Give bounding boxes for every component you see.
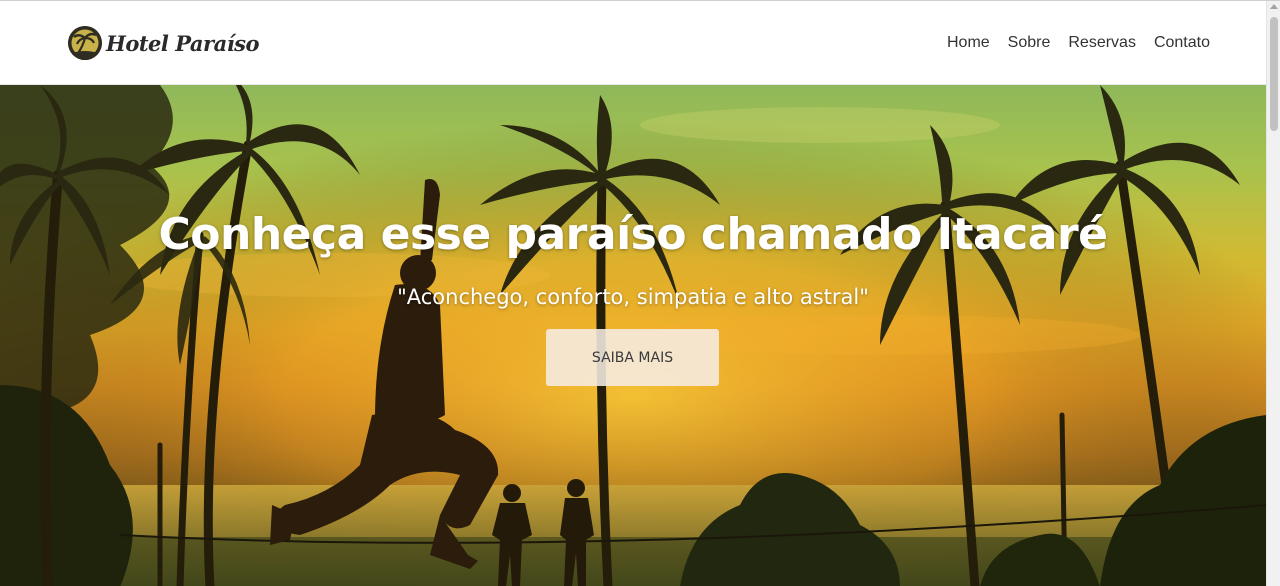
page: Hotel Paraíso Home Sobre Reservas Contat… bbox=[0, 0, 1280, 586]
brand-logo-link[interactable]: Hotel Paraíso bbox=[68, 25, 260, 61]
nav-link-reservas[interactable]: Reservas bbox=[1068, 33, 1136, 53]
palm-tree-logo-icon bbox=[68, 26, 102, 60]
main-nav: Home Sobre Reservas Contato bbox=[947, 33, 1210, 53]
page-scrollbar[interactable] bbox=[1266, 1, 1280, 586]
saiba-mais-button[interactable]: SAIBA MAIS bbox=[546, 329, 719, 386]
hero-section: Conheça esse paraíso chamado Itacaré "Ac… bbox=[0, 85, 1266, 586]
brand-name: Hotel Paraíso bbox=[106, 30, 260, 56]
nav-link-contato[interactable]: Contato bbox=[1154, 33, 1210, 53]
hero-title: Conheça esse paraíso chamado Itacaré bbox=[158, 209, 1108, 260]
hero-subtitle: "Aconchego, conforto, simpatia e alto as… bbox=[397, 285, 869, 309]
nav-link-sobre[interactable]: Sobre bbox=[1008, 33, 1051, 53]
scrollbar-thumb[interactable] bbox=[1270, 17, 1278, 131]
scroll-up-arrow-icon[interactable] bbox=[1270, 4, 1278, 9]
nav-link-home[interactable]: Home bbox=[947, 33, 990, 53]
navbar: Hotel Paraíso Home Sobre Reservas Contat… bbox=[0, 1, 1266, 85]
